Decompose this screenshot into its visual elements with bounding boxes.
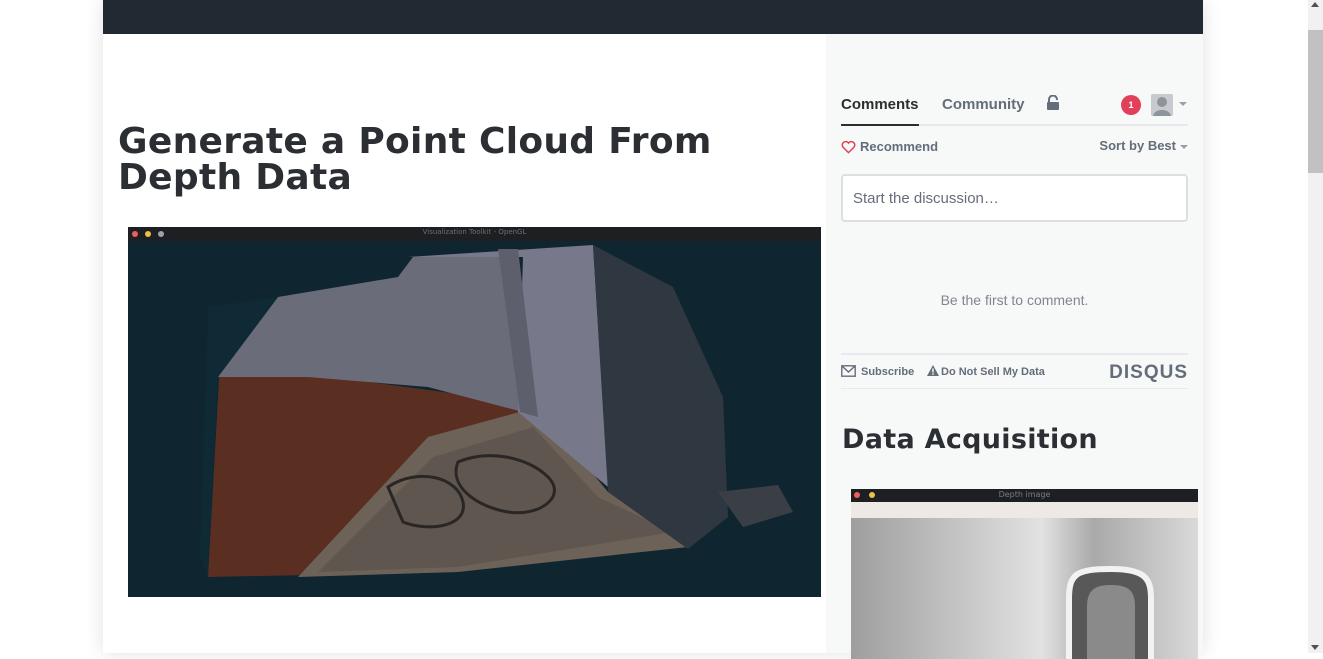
scroll-down-icon[interactable]	[1311, 645, 1319, 650]
main-content: Generate a Point Cloud From Depth Data V…	[103, 34, 826, 653]
recommend-row: Recommend Sort by Best	[841, 138, 1188, 158]
chevron-down-icon[interactable]	[1179, 102, 1187, 106]
page-title: Generate a Point Cloud From Depth Data	[118, 121, 712, 198]
depth-image-figure: Depth image	[851, 489, 1198, 659]
avatar-icon[interactable]	[1151, 94, 1173, 116]
disqus-footer: Subscribe Do Not Sell My Data DISQUS	[841, 353, 1188, 389]
window-title: Visualization Toolkit - OpenGL	[422, 228, 527, 236]
page-container: Generate a Point Cloud From Depth Data V…	[103, 0, 1203, 659]
window-titlebar: Depth image	[851, 489, 1198, 502]
empty-comments-message: Be the first to comment.	[940, 292, 1089, 308]
tab-comments[interactable]: Comments	[841, 96, 919, 113]
do-not-sell-link[interactable]: Do Not Sell My Data	[941, 366, 1045, 378]
toolbar-strip	[851, 502, 1198, 518]
section-title: Data Acquisition	[842, 424, 1098, 455]
warning-icon	[927, 365, 939, 376]
disqus-logo[interactable]: DISQUS	[1109, 362, 1188, 384]
active-tab-indicator	[841, 124, 919, 126]
recommend-button[interactable]: Recommend	[860, 139, 938, 154]
sidebar: Comments Community 1 Recommend Sort by B…	[826, 34, 1203, 659]
comment-tabs: Comments Community 1	[841, 88, 1188, 126]
mail-icon[interactable]	[841, 365, 856, 377]
site-header-bar	[103, 0, 1203, 34]
point-cloud-render	[128, 227, 821, 597]
window-title: Depth image	[998, 490, 1051, 499]
lock-icon[interactable]	[1046, 95, 1060, 111]
notification-badge[interactable]: 1	[1121, 95, 1141, 115]
scrollbar-thumb[interactable]	[1308, 30, 1323, 173]
page-scrollbar[interactable]	[1308, 0, 1323, 653]
scroll-up-icon[interactable]	[1311, 2, 1319, 7]
comment-input[interactable]	[841, 174, 1188, 222]
window-titlebar: Visualization Toolkit - OpenGL	[128, 227, 821, 241]
sort-dropdown[interactable]: Sort by Best	[1099, 138, 1176, 153]
point-cloud-figure: Visualization Toolkit - OpenGL	[128, 227, 821, 597]
heart-icon[interactable]	[841, 140, 856, 154]
subscribe-link[interactable]: Subscribe	[861, 366, 914, 378]
chevron-down-icon[interactable]	[1180, 145, 1188, 149]
tab-community[interactable]: Community	[942, 96, 1025, 113]
